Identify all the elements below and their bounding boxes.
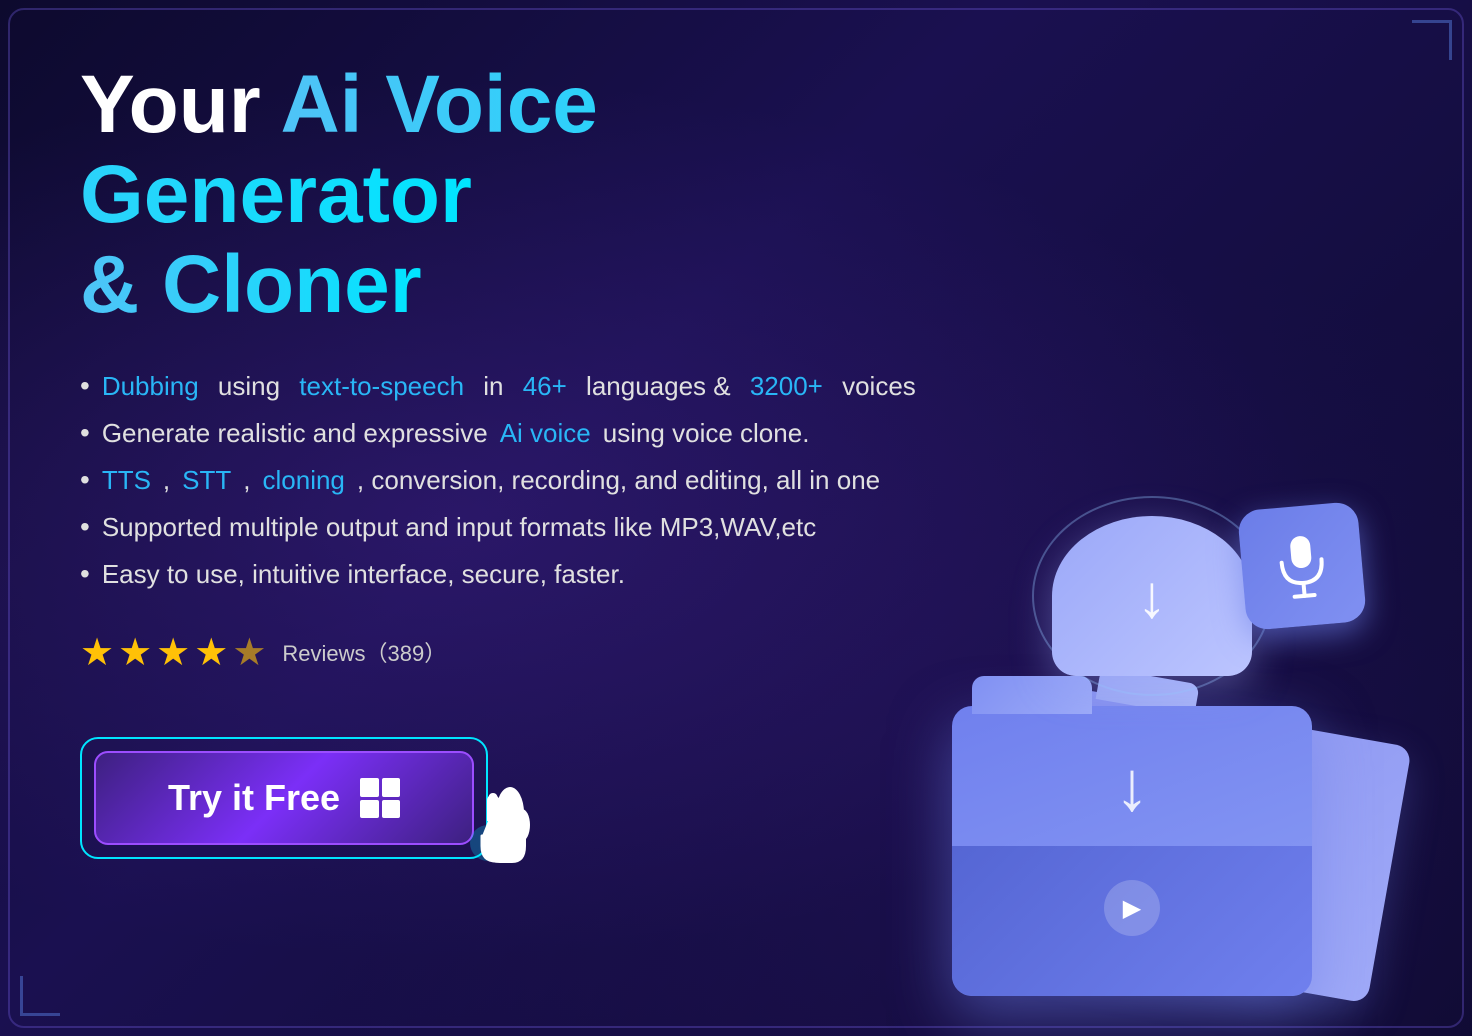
try-free-button[interactable]: Try it Free	[94, 751, 474, 845]
hand-cursor-icon	[468, 771, 558, 881]
folder-main: ↓ ▶	[952, 706, 1312, 996]
features-list: Dubbing using text-to-speech in 46+ lang…	[80, 371, 980, 590]
corner-decoration-tr	[1412, 20, 1452, 60]
feature-item-3: TTS, STT, cloning, conversion, recording…	[80, 465, 980, 496]
star-3: ★	[156, 630, 190, 675]
star-4: ★	[194, 630, 228, 675]
feature-3-tts: TTS	[102, 465, 151, 496]
headline-line2: & Cloner	[80, 239, 422, 330]
feature-item-4: Supported multiple output and input form…	[80, 512, 980, 543]
windows-pane-1	[360, 778, 379, 797]
headline-white: Your	[80, 59, 280, 150]
mic-badge	[1237, 501, 1367, 631]
folder-main-tab	[972, 676, 1092, 714]
content-area: Your Ai Voice Generator & Cloner Dubbing…	[80, 60, 980, 886]
cta-outer-box: Try it Free	[80, 737, 488, 859]
windows-icon	[360, 778, 400, 818]
cloud-upload-icon: ↓	[1137, 562, 1167, 631]
star-rating: ★ ★ ★ ★ ★	[80, 630, 266, 675]
page-headline: Your Ai Voice Generator & Cloner	[80, 60, 980, 331]
feature-2-ai: Ai voice	[500, 418, 591, 449]
feature-item-1: Dubbing using text-to-speech in 46+ lang…	[80, 371, 980, 402]
feature-item-2: Generate realistic and expressive Ai voi…	[80, 418, 980, 449]
rating-section: ★ ★ ★ ★ ★ Reviews（389）	[80, 630, 980, 675]
windows-pane-2	[382, 778, 401, 797]
cloud-area: ↓	[1052, 516, 1252, 676]
windows-pane-4	[382, 800, 401, 819]
cursor-area	[468, 771, 558, 886]
download-arrow-icon: ↓	[1115, 746, 1150, 826]
feature-item-5: Easy to use, intuitive interface, secure…	[80, 559, 980, 590]
mic-icon	[1269, 529, 1335, 604]
feature-1-langs: 46+	[523, 371, 567, 402]
cloud-shape: ↓	[1052, 516, 1252, 676]
feature-3-cloning: cloning	[263, 465, 345, 496]
illustration-area: ↓ ▶ ↓	[852, 476, 1412, 1036]
corner-decoration-bl	[20, 976, 60, 1016]
cta-button-label: Try it Free	[168, 777, 340, 819]
cta-container: Try it Free	[80, 711, 980, 886]
star-5: ★	[232, 630, 266, 675]
windows-pane-3	[360, 800, 379, 819]
star-1: ★	[80, 630, 114, 675]
star-2: ★	[118, 630, 152, 675]
feature-1-dubbing: Dubbing	[102, 371, 199, 402]
feature-1-tts: text-to-speech	[299, 371, 464, 402]
main-container: Your Ai Voice Generator & Cloner Dubbing…	[0, 0, 1472, 1036]
feature-3-stt: STT	[182, 465, 231, 496]
feature-1-voices: 3200+	[750, 371, 823, 402]
play-button-icon: ▶	[1104, 880, 1160, 936]
reviews-count: Reviews（389）	[282, 636, 446, 668]
